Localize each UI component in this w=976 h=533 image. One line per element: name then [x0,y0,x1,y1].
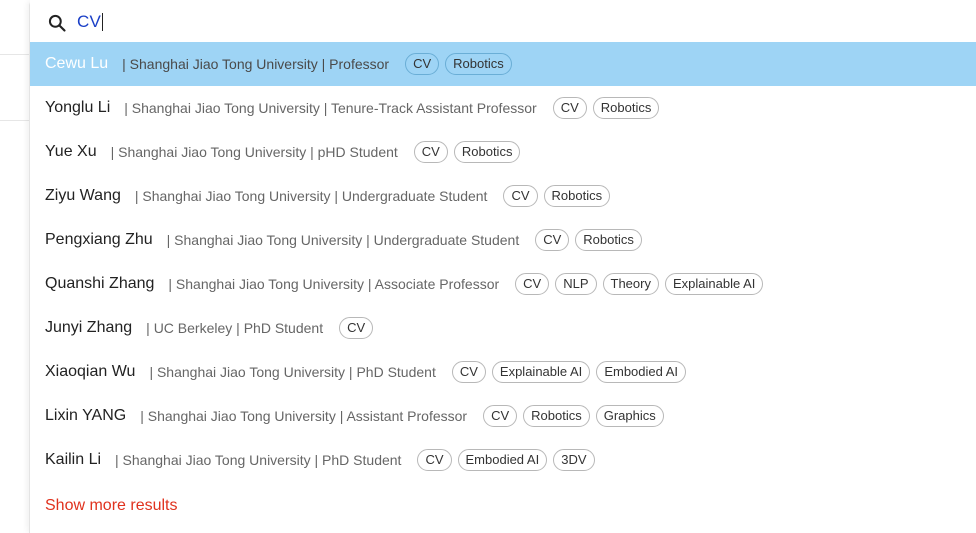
result-name: Junyi Zhang [45,319,133,336]
result-row[interactable]: Yonglu Li | Shanghai Jiao Tong University… [30,86,976,130]
result-row[interactable]: Ziyu Wang | Shanghai Jiao Tong University… [30,174,976,218]
result-tags: CV Robotics Graphics [477,405,664,427]
result-tags: CV [333,317,374,339]
result-tags: CV Robotics [408,141,521,163]
research-tag: Robotics [453,141,521,163]
result-row[interactable]: Xiaoqian Wu | Shanghai Jiao Tong Universi… [30,350,976,394]
research-tag: Graphics [595,405,664,427]
result-tags: CV Robotics [547,97,660,119]
result-row[interactable]: Kailin Li | Shanghai Jiao Tong University… [30,438,976,482]
result-tags: CV Embodied AI 3DV [411,449,595,471]
research-tag: CV [535,229,570,251]
research-tag: Explainable AI [664,273,764,295]
research-tag: 3DV [553,449,595,471]
result-name: Xiaoqian Wu [45,363,136,380]
result-name: Yonglu Li [45,99,111,116]
result-tags: CV Robotics [497,185,611,207]
research-tag: CV [483,405,518,427]
research-tag: NLP [555,273,597,295]
research-tag: Robotics [543,185,611,207]
research-tag: CV [503,185,538,207]
result-name: Cewu Lu [45,55,109,72]
research-tag: CV [339,317,374,339]
result-row[interactable]: Yue Xu | Shanghai Jiao Tong University | … [30,130,976,174]
result-affiliation: | Shanghai Jiao Tong University | PhD St… [115,452,402,468]
result-affiliation: | Shanghai Jiao Tong University | Underg… [166,232,520,248]
background-divider [0,54,30,55]
result-name: Yue Xu [45,143,97,160]
research-tag: Embodied AI [457,449,548,471]
research-tag: Robotics [575,229,642,251]
search-dropdown-panel: CV Cewu Lu | Shanghai Jiao Tong Universit… [29,0,976,533]
result-name: Lixin YANG [45,407,127,424]
result-row[interactable]: Pengxiang Zhu | Shanghai Jiao Tong Univer… [30,218,976,262]
result-affiliation: | Shanghai Jiao Tong University | Associ… [168,276,500,292]
result-affiliation: | Shanghai Jiao Tong University | pHD St… [110,144,398,160]
result-tags: CV Explainable AI Embodied AI [446,361,687,383]
result-name: Kailin Li [45,451,102,468]
research-tag: Theory [602,273,659,295]
search-results-list: Cewu Lu | Shanghai Jiao Tong University |… [30,42,976,482]
research-tag: CV [413,141,448,163]
research-tag: CV [515,273,550,295]
result-affiliation: | Shanghai Jiao Tong University | Profes… [122,56,390,72]
search-input[interactable]: CV [77,10,104,34]
result-row[interactable]: Lixin YANG | Shanghai Jiao Tong Universit… [30,394,976,438]
result-affiliation: | Shanghai Jiao Tong University | PhD St… [149,364,436,380]
research-tag: CV [451,361,486,383]
text-caret [102,13,104,31]
result-row[interactable]: Cewu Lu | Shanghai Jiao Tong University |… [30,42,976,86]
result-tags: CV Robotics [529,229,642,251]
result-name: Ziyu Wang [45,187,121,204]
result-affiliation: | Shanghai Jiao Tong University | Tenure… [124,100,537,116]
research-tag: Embodied AI [596,361,687,383]
search-bar[interactable]: CV [30,0,976,42]
result-row[interactable]: Quanshi Zhang | Shanghai Jiao Tong Univer… [30,262,976,306]
show-more-results-link[interactable]: Show more results [45,497,178,515]
result-affiliation: | Shanghai Jiao Tong University | Assist… [140,408,468,424]
result-tags: CV NLP Theory Explainable AI [509,273,764,295]
result-affiliation: | Shanghai Jiao Tong University | Underg… [134,188,488,204]
background-divider [0,120,30,121]
result-name: Pengxiang Zhu [45,231,153,248]
research-tag: CV [405,53,440,75]
research-tag: Robotics [445,53,512,75]
result-row[interactable]: Junyi Zhang | UC Berkeley | PhD Student CV [30,306,976,350]
result-name: Quanshi Zhang [45,275,155,292]
result-tags: CV Robotics [399,53,512,75]
search-icon [48,14,66,32]
research-tag: Explainable AI [491,361,591,383]
research-tag: CV [417,449,452,471]
research-tag: Robotics [523,405,590,427]
research-tag: Robotics [592,97,660,119]
search-input-value: CV [77,12,102,31]
result-affiliation: | UC Berkeley | PhD Student [146,320,324,336]
research-tag: CV [552,97,587,119]
